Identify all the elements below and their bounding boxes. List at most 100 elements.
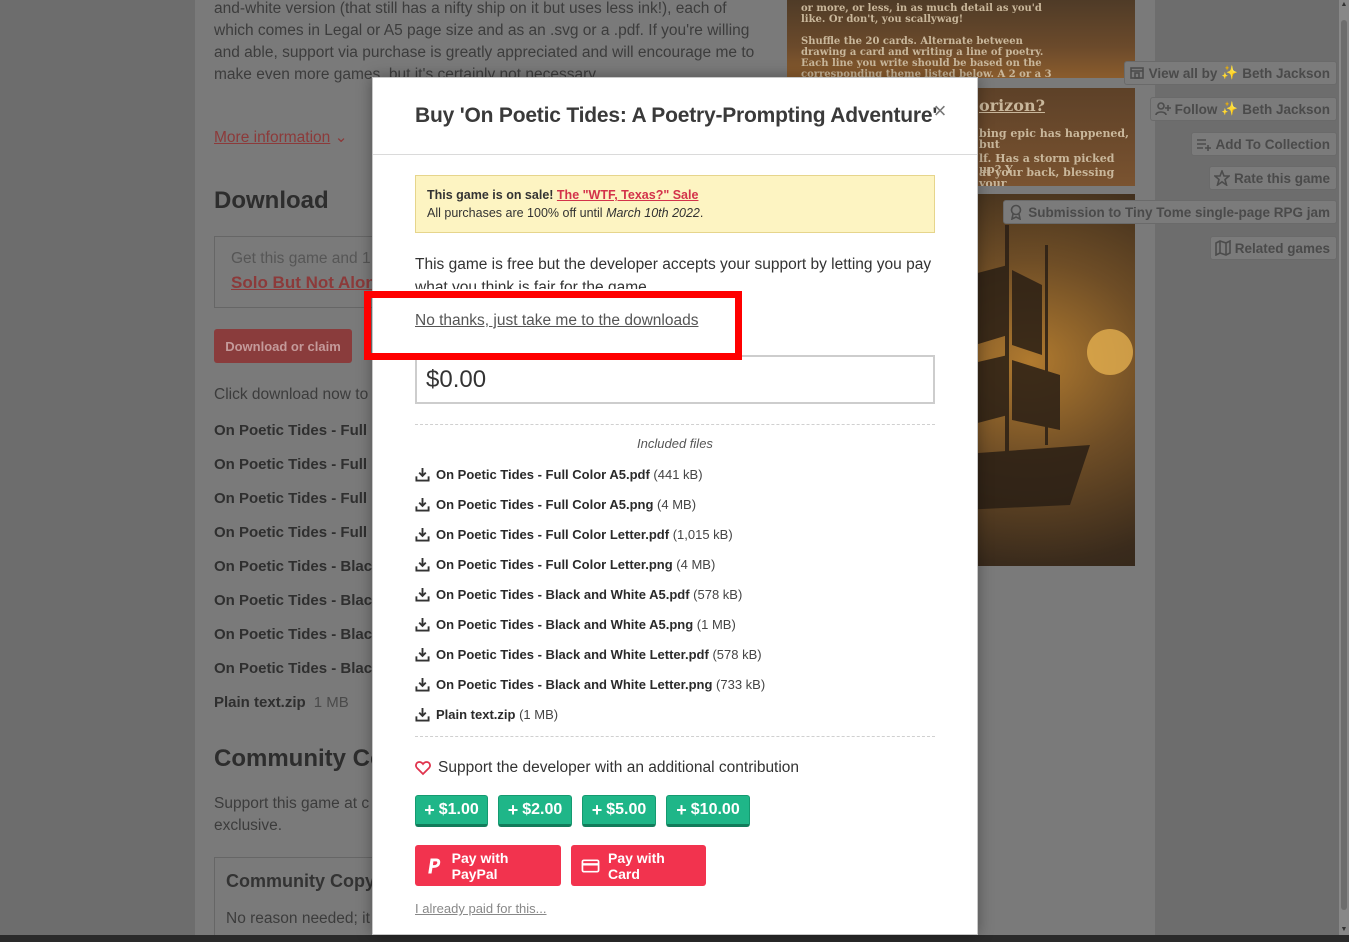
divider [415,424,935,425]
bg-file-size: 1 MB [313,694,349,711]
bg-file-name: On Poetic Tides - Full [214,422,368,439]
related-games-button[interactable]: Related games [1209,236,1337,260]
cover-text: bing epic has happened, but [979,127,1129,151]
rate-game-button[interactable]: Rate this game [1208,166,1337,190]
download-heading: Download [214,187,329,214]
file-size: (1,015 kB) [672,527,733,542]
included-file-row: On Poetic Tides - Black and White Letter… [415,647,762,662]
more-information-link[interactable]: More information ⌄ [214,127,348,149]
community-heading: Community Co [214,745,385,772]
price-input[interactable]: $0.00 [415,355,935,404]
bg-file-name: On Poetic Tides - Blac [214,558,373,575]
free-game-text: This game is free but the developer acce… [415,256,932,289]
bg-file-row: On Poetic Tides - Full [214,456,367,473]
bundle-link-text[interactable]: Solo But Not Alon [231,273,376,292]
plus-icon: + [676,799,687,820]
download-icon [415,467,430,482]
plus-icon: + [507,799,519,820]
chevron-down-icon: ⌄ [334,129,348,146]
file-name: On Poetic Tides - Full Color Letter.png [436,557,673,572]
included-file-row: Plain text.zip (1 MB) [415,707,558,722]
list-plus-icon [1196,139,1211,151]
support-text: Support the developer with an additional… [438,759,800,776]
plus-icon: + [424,799,435,820]
file-size: (578 kB) [712,647,762,662]
click-download-text: Click download now to [214,386,369,403]
credit-card-icon [581,858,600,873]
included-file-row: On Poetic Tides - Full Color A5.pdf (441… [415,467,703,482]
bg-file-name: On Poetic Tides - Blac [214,626,373,643]
file-size: (4 MB) [657,497,697,512]
view-all-by-author-button[interactable]: View all by ✨ Beth Jackson [1123,61,1337,85]
divider [415,736,935,737]
user-plus-icon [1154,102,1171,116]
bg-file-row: Plain text.zip 1 MB [214,694,349,711]
scrollbar-thumb[interactable] [1341,20,1347,910]
pay-with-card-button[interactable]: Pay with Card [571,845,706,886]
bg-file-name: On Poetic Tides - Full [214,524,368,541]
jam-submission-link[interactable]: Submission to Tiny Tome single-page RPG … [1003,200,1337,224]
sun-shape [1087,329,1133,375]
sale-detail-line: All purchases are 100% off until March 1… [427,204,923,222]
more-information-text[interactable]: More information [214,129,330,146]
close-icon[interactable]: × [929,100,951,122]
sale-detail-suffix: . [699,206,704,220]
author-name: Beth Jackson [1242,65,1330,81]
star-icon [1213,170,1230,186]
included-file-row: On Poetic Tides - Full Color Letter.png … [415,557,715,572]
page-scrollbar[interactable]: ▲ ▼ [1339,0,1349,935]
bg-file-name: On Poetic Tides - Blac [214,592,373,609]
scroll-up-icon[interactable]: ▲ [1340,1,1348,9]
store-icon [1129,67,1144,79]
file-name: On Poetic Tides - Full Color A5.pdf [436,467,650,482]
map-icon [1214,240,1231,256]
sale-link[interactable]: The "WTF, Texas?" Sale [557,188,699,202]
contribution-button[interactable]: + $10.00 [666,795,750,827]
file-name: On Poetic Tides - Black and White A5.pdf [436,587,690,602]
paypal-icon [428,858,441,873]
file-size: (578 kB) [693,587,743,602]
no-thanks-downloads-link[interactable]: No thanks, just take me to the downloads [415,312,698,330]
already-paid-link[interactable]: I already paid for this... [415,901,547,916]
download-icon [415,707,430,722]
contribution-button[interactable]: + $1.00 [415,795,488,827]
contribution-button[interactable]: + $2.00 [498,795,572,827]
bg-file-name: On Poetic Tides - Full [214,456,368,473]
no-reason-text: No reason needed; it [226,910,370,927]
sale-detail-text: All purchases are 100% off until [427,206,603,220]
paypal-label: Pay with PayPal [451,849,509,882]
description-line: and able, support via purchase is greatl… [214,44,755,61]
bg-file-row: On Poetic Tides - Full [214,422,367,439]
scroll-down-icon[interactable]: ▼ [1340,926,1348,934]
sale-end-date: March 10th 2022 [606,206,700,220]
submission-label: Submission to Tiny Tome single-page RPG … [1028,204,1330,220]
file-name: On Poetic Tides - Black and White Letter… [436,647,709,662]
support-contribution-line: Support the developer with an additional… [415,759,799,777]
download-icon [415,587,430,602]
file-name: On Poetic Tides - Full Color Letter.pdf [436,527,670,542]
heart-icon [415,761,431,776]
download-icon [415,497,430,512]
sparkle-icon: ✨ [1221,101,1239,116]
bg-file-row: On Poetic Tides - Blac [214,592,372,609]
file-name: On Poetic Tides - Full Color A5.png [436,497,654,512]
contribution-amount: $2.00 [522,801,563,818]
bg-file-name: Plain text.zip [214,694,306,711]
contribution-button[interactable]: + $5.00 [582,795,656,827]
file-size: (4 MB) [676,557,716,572]
file-name: Plain text.zip [436,707,516,722]
plus-icon: + [591,799,603,820]
cover-text: Shuffle the 20 cards. Alternate between … [801,36,1052,78]
bg-file-name: On Poetic Tides - Blac [214,660,373,677]
download-or-claim-button[interactable]: Download or claim [214,329,352,363]
file-size: (441 kB) [653,467,703,482]
follow-label: Follow [1174,101,1218,117]
pay-with-paypal-button[interactable]: Pay with PayPal [415,845,561,886]
follow-author-button[interactable]: Follow ✨ Beth Jackson [1149,97,1337,121]
rate-label: Rate this game [1233,170,1330,186]
bundle-link[interactable]: Solo But Not Alon [231,272,376,294]
included-file-row: On Poetic Tides - Full Color Letter.pdf … [415,527,733,542]
file-size: (1 MB) [696,617,736,632]
add-to-collection-button[interactable]: Add To Collection [1190,132,1337,156]
cover-title: orizon? [979,96,1045,115]
